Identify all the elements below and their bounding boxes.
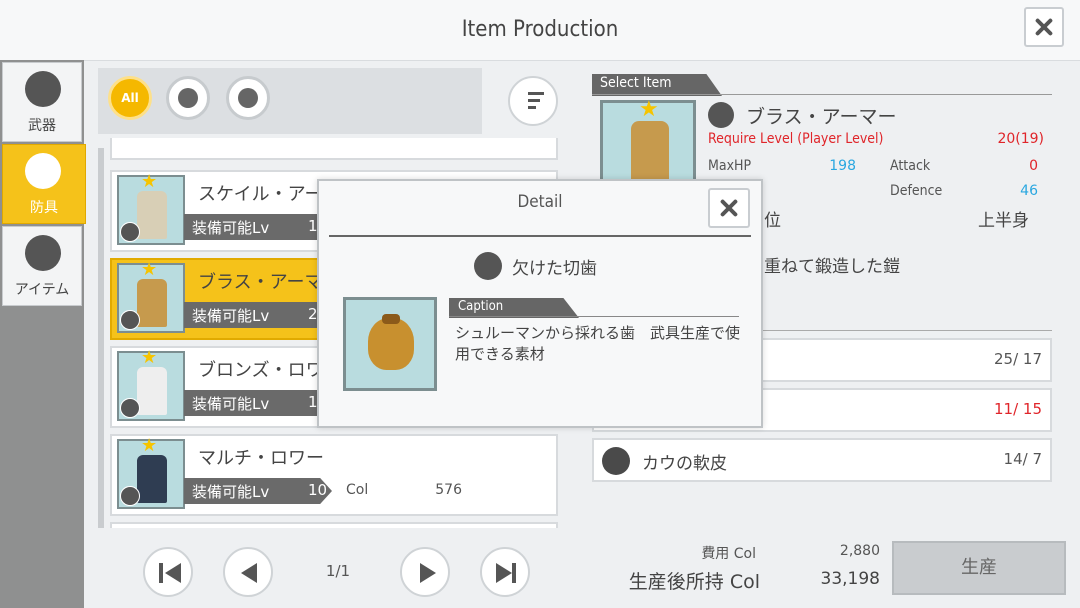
next-icon: [420, 563, 436, 583]
prev-page-button[interactable]: [223, 547, 273, 597]
level-label: 装備可能Lv: [192, 395, 270, 413]
close-icon: [1026, 9, 1062, 45]
filter-lower-body-button[interactable]: [226, 76, 270, 120]
filter-bar: All: [98, 68, 482, 134]
list-item[interactable]: [110, 138, 558, 160]
first-page-button[interactable]: [143, 547, 193, 597]
list-item[interactable]: ★ マルチ・ロワー 装備可能Lv 10 Col 576: [110, 434, 558, 516]
level-label: 装備可能Lv: [192, 219, 270, 237]
caption-header: Caption: [458, 299, 504, 314]
material-count-insufficient: 11/ 15: [994, 400, 1042, 418]
item-name: マルチ・ロワー: [198, 448, 324, 469]
require-level-value: 20(19): [997, 131, 1044, 147]
item-thumbnail: ★: [117, 259, 185, 333]
upper-armor-icon: [708, 102, 734, 128]
star-icon: ★: [141, 435, 158, 456]
close-button[interactable]: [1024, 7, 1064, 47]
page-indicator: 1/1: [325, 562, 351, 580]
upper-armor-icon: [120, 310, 140, 330]
selected-item-thumbnail: ★: [600, 97, 696, 190]
armor-icon: [25, 153, 61, 189]
popup-close-button[interactable]: [708, 188, 750, 228]
star-icon: ★: [639, 97, 659, 122]
attack-value: 0: [1029, 158, 1038, 174]
bag-icon: [474, 252, 502, 280]
item-thumbnail: ★: [117, 435, 185, 509]
divider: [592, 94, 1052, 95]
upper-armor-icon: [178, 88, 198, 108]
filter-all-button[interactable]: All: [108, 76, 152, 120]
popup-title: Detail: [517, 192, 563, 212]
popup-item-name: 欠けた切歯: [512, 259, 597, 279]
currency-label: Col: [346, 482, 369, 498]
level-label: 装備可能Lv: [192, 307, 270, 325]
category-armor[interactable]: 防具: [2, 144, 86, 224]
attack-label: Attack: [890, 158, 931, 174]
defence-label: Defence: [890, 183, 943, 199]
selected-item-name: ブラス・アーマー: [746, 106, 897, 128]
maxhp-value: 198: [829, 158, 856, 174]
lower-armor-icon: [120, 398, 140, 418]
category-weapons[interactable]: 武器: [2, 62, 82, 142]
item-price: 576: [435, 482, 462, 498]
next-page-button[interactable]: [400, 547, 450, 597]
material-name: カウの軟皮: [642, 454, 727, 474]
divider: [449, 316, 739, 317]
category-label: 防具: [30, 200, 58, 216]
after-production-label: 生産後所持 Col: [628, 571, 760, 593]
last-page-button[interactable]: [480, 547, 530, 597]
page-title: Item Production: [461, 17, 619, 42]
star-icon: ★: [141, 347, 158, 368]
filter-all-label: All: [121, 91, 139, 105]
require-level-label: Require Level (Player Level): [708, 131, 884, 147]
category-items[interactable]: アイテム: [2, 226, 82, 306]
category-label: アイテム: [14, 282, 70, 298]
cost-value: 2,880: [839, 543, 880, 559]
produce-button[interactable]: 生産: [892, 541, 1066, 595]
sort-button[interactable]: [508, 76, 558, 126]
close-icon: [710, 190, 748, 226]
popup-item-thumbnail: [343, 297, 437, 391]
prev-icon: [241, 563, 257, 583]
select-item-header: Select Item: [600, 75, 672, 91]
maxhp-label: MaxHP: [708, 158, 752, 174]
sort-icon: [528, 92, 544, 113]
upper-armor-icon: [120, 222, 140, 242]
level-value: 10: [308, 481, 328, 499]
sword-icon: [25, 71, 61, 107]
potion-icon: [25, 235, 61, 271]
level-label: 装備可能Lv: [192, 483, 270, 501]
filter-upper-body-button[interactable]: [166, 76, 210, 120]
after-production-value: 33,198: [820, 569, 880, 589]
material-count: 14/ 7: [1003, 450, 1042, 468]
lower-armor-icon: [238, 88, 258, 108]
category-label: 武器: [28, 118, 56, 134]
slot-label: 位: [764, 211, 781, 231]
caption-text: シュルーマンから採れる歯 武具生産で使用できる素材: [455, 324, 741, 363]
divider: [329, 235, 751, 237]
lower-armor-icon: [120, 486, 140, 506]
last-page-icon: [496, 563, 512, 583]
bag-icon: [602, 447, 630, 475]
item-description: 重ねて鍛造した鎧: [764, 257, 900, 277]
category-sidebar: 武器 防具 アイテム: [0, 60, 86, 608]
cost-label: 費用 Col: [701, 546, 756, 562]
item-thumbnail: ★: [117, 347, 185, 421]
slot-value: 上半身: [978, 211, 1029, 231]
material-row[interactable]: カウの軟皮 14/ 7: [592, 438, 1052, 482]
defence-value: 46: [1020, 183, 1038, 199]
first-page-icon: [165, 563, 181, 583]
star-icon: ★: [141, 171, 158, 192]
material-count: 25/ 17: [994, 350, 1042, 368]
star-icon: ★: [141, 259, 158, 280]
item-thumbnail: ★: [117, 171, 185, 245]
list-item[interactable]: [110, 522, 558, 528]
